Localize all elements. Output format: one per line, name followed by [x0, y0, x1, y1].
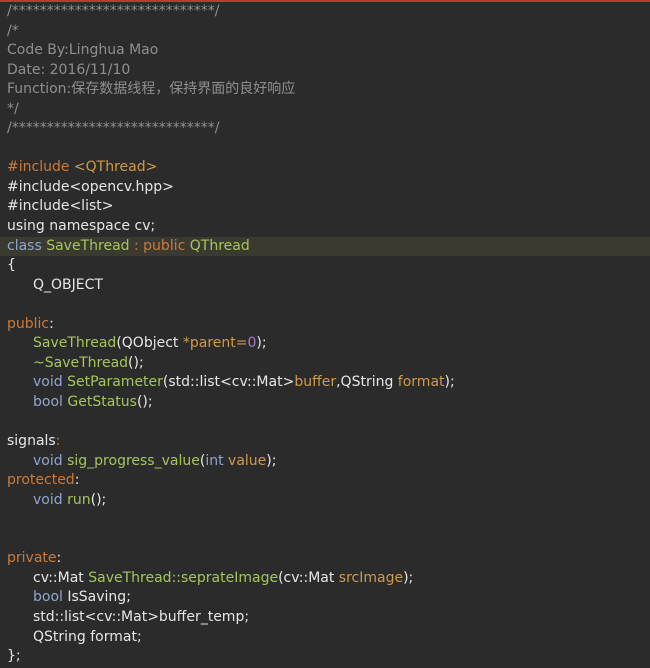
code-line-12[interactable]: using namespace cv;	[0, 217, 650, 237]
comment-text: */	[7, 100, 19, 117]
parameter-name: format	[397, 374, 445, 391]
code-text: :	[74, 472, 80, 489]
code-text: :	[56, 550, 62, 567]
code-text: std::list<cv::Mat>buffer_temp;	[33, 608, 250, 625]
comment-text: Date: 2016/11/10	[7, 61, 131, 78]
access-keyword: private	[7, 550, 57, 567]
code-line-34[interactable]: };	[0, 647, 650, 667]
code-line-29[interactable]: private:	[0, 549, 650, 569]
type-keyword: void	[33, 491, 63, 508]
code-text: (cv::Mat	[278, 569, 339, 586]
code-line-10[interactable]: #include<opencv.hpp>	[0, 178, 650, 198]
code-line-4[interactable]: Date: 2016/11/10	[0, 61, 650, 81]
code-editor[interactable]: /*****************************/ /* Code …	[0, 2, 650, 668]
code-text: :	[55, 433, 61, 450]
code-line-3[interactable]: Code By:Linghua Mao	[0, 41, 650, 61]
code-line-33[interactable]: QString format;	[0, 628, 650, 648]
code-line-21[interactable]: bool GetStatus();	[0, 393, 650, 413]
code-line-5[interactable]: Function:保存数据线程，保持界面的良好响应	[0, 80, 650, 100]
base-class-name: QThread	[189, 237, 250, 254]
code-line-26[interactable]: void run();	[0, 491, 650, 511]
code-text: (QObject	[116, 335, 183, 352]
code-line-14[interactable]: {	[0, 256, 650, 276]
code-text: #include<opencv.hpp>	[7, 178, 174, 195]
access-keyword: protected	[7, 472, 75, 489]
comment-text: /*	[7, 22, 19, 39]
code-text: QString format;	[33, 628, 142, 645]
code-line-15[interactable]: Q_OBJECT	[0, 276, 650, 296]
code-text: #include<list>	[7, 198, 114, 215]
code-text: signals	[7, 433, 56, 450]
code-line-6[interactable]: */	[0, 100, 650, 120]
code-text: (std::list<cv::Mat>	[162, 374, 295, 391]
comment-text: /*****************************/	[7, 120, 220, 137]
code-line-24[interactable]: void sig_progress_value(int value);	[0, 452, 650, 472]
parameter-name: srcImage	[338, 569, 404, 586]
code-line-30[interactable]: cv::Mat SaveThread::seprateImage(cv::Mat…	[0, 569, 650, 589]
code-text: );	[403, 569, 414, 586]
code-line-16[interactable]	[0, 295, 650, 315]
code-text: ();	[90, 491, 107, 508]
code-line-20[interactable]: void SetParameter(std::list<cv::Mat>buff…	[0, 373, 650, 393]
comment-text: Function:保存数据线程，保持界面的良好响应	[7, 81, 296, 98]
access-keyword: public	[143, 237, 186, 254]
code-text: IsSaving;	[62, 589, 131, 606]
code-text: ();	[128, 354, 144, 371]
type-keyword: bool	[33, 589, 63, 606]
code-line-7[interactable]: /*****************************/	[0, 119, 650, 139]
type-keyword: void	[33, 374, 63, 391]
code-line-27[interactable]	[0, 510, 650, 530]
function-name: SaveThread	[33, 335, 117, 352]
code-text: );	[444, 374, 455, 391]
code-line-11[interactable]: #include<list>	[0, 197, 650, 217]
code-line-18[interactable]: SaveThread(QObject *parent=0);	[0, 334, 650, 354]
comment-text: /*****************************/	[7, 3, 220, 19]
code-text: Q_OBJECT	[33, 276, 103, 293]
function-name: SetParameter	[67, 374, 163, 391]
code-line-2[interactable]: /*	[0, 22, 650, 42]
code-text: ();	[136, 393, 153, 410]
function-name: SaveThread::seprateImage	[88, 569, 279, 586]
comment-text: Code By:Linghua Mao	[7, 42, 159, 59]
code-line-25[interactable]: protected:	[0, 471, 650, 491]
code-text: };	[7, 648, 21, 665]
code-line-1[interactable]: /*****************************/	[0, 2, 650, 22]
code-line-8[interactable]	[0, 139, 650, 159]
class-keyword: class	[7, 237, 42, 254]
access-keyword: public	[7, 315, 50, 332]
code-line-13-current[interactable]: class SaveThread : public QThread	[0, 236, 650, 257]
code-line-19[interactable]: ~SaveThread();	[0, 354, 650, 374]
preprocessor-directive: #include	[7, 159, 70, 176]
code-text: :	[49, 315, 54, 332]
include-target: <QThread>	[73, 159, 158, 176]
code-line-9[interactable]: #include <QThread>	[0, 158, 650, 178]
code-line-31[interactable]: bool IsSaving;	[0, 588, 650, 608]
function-name: GetStatus	[67, 393, 137, 410]
function-name: sig_progress_value	[67, 452, 200, 469]
code-text: );	[266, 452, 277, 469]
function-name: run	[67, 491, 91, 508]
code-text: cv::Mat	[33, 569, 89, 586]
inheritance-colon: :	[134, 237, 139, 254]
code-text: );	[256, 335, 267, 352]
type-keyword: int	[205, 452, 224, 469]
parameter-name: buffer	[294, 374, 337, 391]
type-keyword: bool	[33, 393, 63, 410]
code-line-32[interactable]: std::list<cv::Mat>buffer_temp;	[0, 608, 650, 628]
code-line-28[interactable]	[0, 530, 650, 550]
code-line-22[interactable]	[0, 412, 650, 432]
code-line-17[interactable]: public:	[0, 315, 650, 335]
parameter-name: value	[228, 452, 267, 469]
parameter-name: *parent=	[182, 335, 248, 352]
type-keyword: void	[33, 452, 63, 469]
code-line-23[interactable]: signals:	[0, 432, 650, 452]
class-name: SaveThread	[46, 237, 130, 254]
function-name: ~SaveThread	[33, 354, 129, 371]
code-text: using namespace cv;	[7, 218, 156, 235]
code-text: {	[7, 257, 16, 274]
code-text: ,QString	[336, 374, 398, 391]
